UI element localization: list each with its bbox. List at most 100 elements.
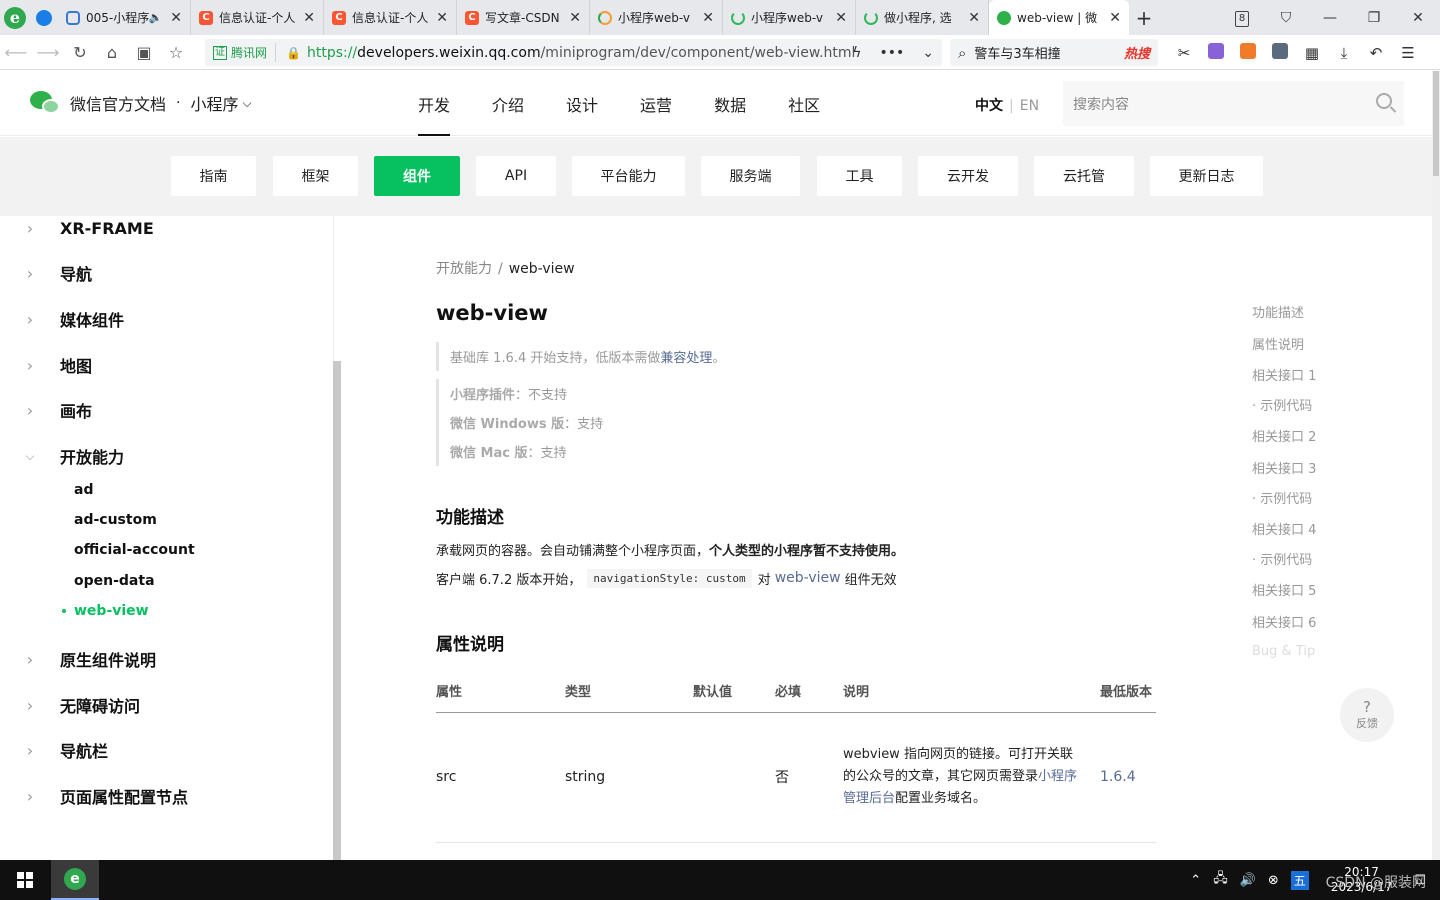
sidebar-subitem[interactable]: ad-custom: [74, 508, 157, 532]
close-icon[interactable]: ✕: [170, 10, 182, 26]
toc-item[interactable]: · 示例代码: [1252, 488, 1312, 507]
subnav-tab[interactable]: 服务端: [701, 156, 800, 196]
more-icon[interactable]: •••: [879, 45, 904, 61]
toc-item[interactable]: 功能描述: [1252, 302, 1304, 321]
hot-search-badge[interactable]: 热搜: [1124, 43, 1150, 62]
sidebar-item[interactable]: › 地图: [0, 350, 92, 380]
sidebar-item[interactable]: › 无障碍访问: [0, 690, 140, 720]
sidebar-item[interactable]: › 画布: [0, 395, 92, 425]
product-switcher[interactable]: 小程序: [190, 91, 238, 115]
reload-button[interactable]: ↻: [64, 43, 96, 62]
close-window-button[interactable]: ✕: [1396, 10, 1440, 26]
sidebar-item[interactable]: › 页面属性配置节点: [0, 781, 188, 811]
home-button[interactable]: ⌂: [96, 43, 128, 62]
toc-item[interactable]: · 示例代码: [1252, 395, 1312, 414]
close-icon[interactable]: ✕: [702, 10, 714, 26]
minimize-button[interactable]: —: [1308, 10, 1352, 26]
browser-search-box[interactable]: ⌕ 警车与3车相撞 热搜: [950, 39, 1158, 66]
close-icon[interactable]: ✕: [303, 10, 315, 26]
site-logo[interactable]: 微信官方文档 · 小程序 ⌵: [30, 91, 252, 115]
sidebar-item[interactable]: › 原生组件说明: [0, 644, 156, 674]
toc-item[interactable]: Bug & Tip: [1252, 644, 1315, 659]
feedback-button[interactable]: ? 反馈: [1340, 688, 1394, 742]
shirt-icon[interactable]: ⛉: [1264, 10, 1308, 26]
close-icon[interactable]: ✕: [436, 10, 448, 26]
subnav-tab[interactable]: 云开发: [918, 156, 1018, 196]
start-button[interactable]: [0, 860, 50, 900]
nav-item[interactable]: 介绍: [492, 71, 524, 136]
translate-icon[interactable]: [1200, 42, 1232, 63]
toc-item[interactable]: 相关接口 4: [1252, 519, 1316, 538]
toc-item[interactable]: · 示例代码: [1252, 549, 1312, 568]
browser-tab[interactable]: 小程序web-v ✕: [723, 0, 856, 35]
close-icon[interactable]: ✕: [1109, 10, 1121, 26]
speaker-icon[interactable]: 🔈: [149, 11, 163, 24]
sidebar-subitem[interactable]: open-data: [74, 569, 155, 593]
browser-tab[interactable]: C 信息认证-个人 ✕: [191, 0, 324, 35]
browser-tab[interactable]: 小程序web-v ✕: [590, 0, 723, 35]
subnav-tab[interactable]: 框架: [273, 156, 358, 196]
browser-tab[interactable]: 005-小程序 🔈 ✕: [58, 0, 191, 35]
forward-button[interactable]: ⟶: [32, 43, 64, 62]
sidebar-subitem[interactable]: ad: [74, 478, 93, 502]
stop-icon[interactable]: ⊗: [1268, 873, 1279, 888]
game-icon[interactable]: [1232, 42, 1264, 63]
sidebar-scrollbar[interactable]: [333, 361, 341, 860]
nav-item[interactable]: 开发: [418, 71, 451, 136]
compat-link[interactable]: 兼容处理: [660, 347, 712, 366]
subnav-tab[interactable]: 工具: [817, 156, 902, 196]
web-view-link[interactable]: web-view: [775, 570, 841, 586]
apps-grid-icon[interactable]: ▦: [1296, 44, 1328, 62]
new-tab-button[interactable]: +: [1129, 0, 1159, 35]
browser-tab[interactable]: web-view | 微 ✕: [989, 0, 1129, 35]
cell-version[interactable]: 1.6.4: [1100, 712, 1156, 843]
chevron-down-icon[interactable]: ⌄: [922, 45, 934, 61]
favorites-star-icon[interactable]: ☆: [160, 43, 192, 62]
browser-tab[interactable]: C 信息认证-个人 ✕: [324, 0, 457, 35]
sidebar-subitem[interactable]: web-view: [62, 599, 149, 623]
subnav-tab[interactable]: 更新日志: [1150, 156, 1263, 196]
page-scrollbar[interactable]: [1432, 71, 1440, 860]
toc-item[interactable]: 属性说明: [1252, 334, 1304, 353]
tab-count-button[interactable]: 8: [1220, 9, 1264, 27]
pinned-tab[interactable]: [30, 0, 58, 35]
subnav-tab[interactable]: 平台能力: [572, 156, 685, 196]
close-icon[interactable]: ✕: [835, 10, 847, 26]
toc-item[interactable]: 相关接口 5: [1252, 580, 1316, 599]
lang-zh[interactable]: 中文: [975, 98, 1003, 114]
browser-tab[interactable]: 做小程序, 选 ✕: [856, 0, 989, 35]
subnav-tab[interactable]: 组件: [374, 156, 460, 196]
toc-item[interactable]: 相关接口 3: [1252, 458, 1316, 477]
sidebar-item[interactable]: ⌵ 开放能力: [0, 441, 124, 471]
undo-icon[interactable]: ↶: [1360, 44, 1392, 62]
browser-logo-icon[interactable]: e: [0, 0, 30, 35]
toc-item[interactable]: 相关接口 1: [1252, 365, 1316, 384]
reader-icon[interactable]: [1264, 42, 1296, 63]
taskbar-browser-app[interactable]: e: [51, 860, 99, 900]
page-scrollbar-thumb[interactable]: [1433, 71, 1439, 176]
nav-item[interactable]: 设计: [566, 71, 598, 136]
lang-en[interactable]: EN: [1020, 98, 1039, 114]
sidebar-item[interactable]: › 导航栏: [0, 735, 108, 765]
close-icon[interactable]: ✕: [968, 10, 980, 26]
toc-item[interactable]: 相关接口 2: [1252, 426, 1316, 445]
cert-badge[interactable]: 证腾讯网: [205, 43, 277, 62]
nav-item[interactable]: 运营: [640, 71, 672, 136]
volume-icon[interactable]: 🔊: [1240, 873, 1256, 888]
sidebar-item[interactable]: › 媒体组件: [0, 304, 124, 334]
restore-button[interactable]: ❐: [1352, 10, 1396, 26]
browser-tab[interactable]: C 写文章-CSDN ✕: [457, 0, 590, 35]
lightning-icon[interactable]: ϟ: [852, 45, 861, 61]
ime-indicator[interactable]: 五: [1290, 870, 1309, 890]
sidebar-item[interactable]: › 导航: [0, 258, 92, 288]
nav-item[interactable]: 社区: [788, 71, 820, 136]
address-bar[interactable]: 证腾讯网 🔒 https://developers.weixin.qq.com /…: [205, 39, 942, 66]
close-icon[interactable]: ✕: [569, 10, 581, 26]
download-icon[interactable]: ⤓: [1328, 44, 1360, 62]
subnav-tab[interactable]: API: [476, 156, 556, 196]
sidebar-subitem[interactable]: official-account: [74, 538, 195, 562]
search-icon[interactable]: [1376, 93, 1392, 109]
network-icon[interactable]: 🖧: [1213, 869, 1228, 891]
breadcrumb-parent[interactable]: 开放能力: [436, 261, 492, 277]
scissors-icon[interactable]: ✂: [1168, 44, 1200, 62]
